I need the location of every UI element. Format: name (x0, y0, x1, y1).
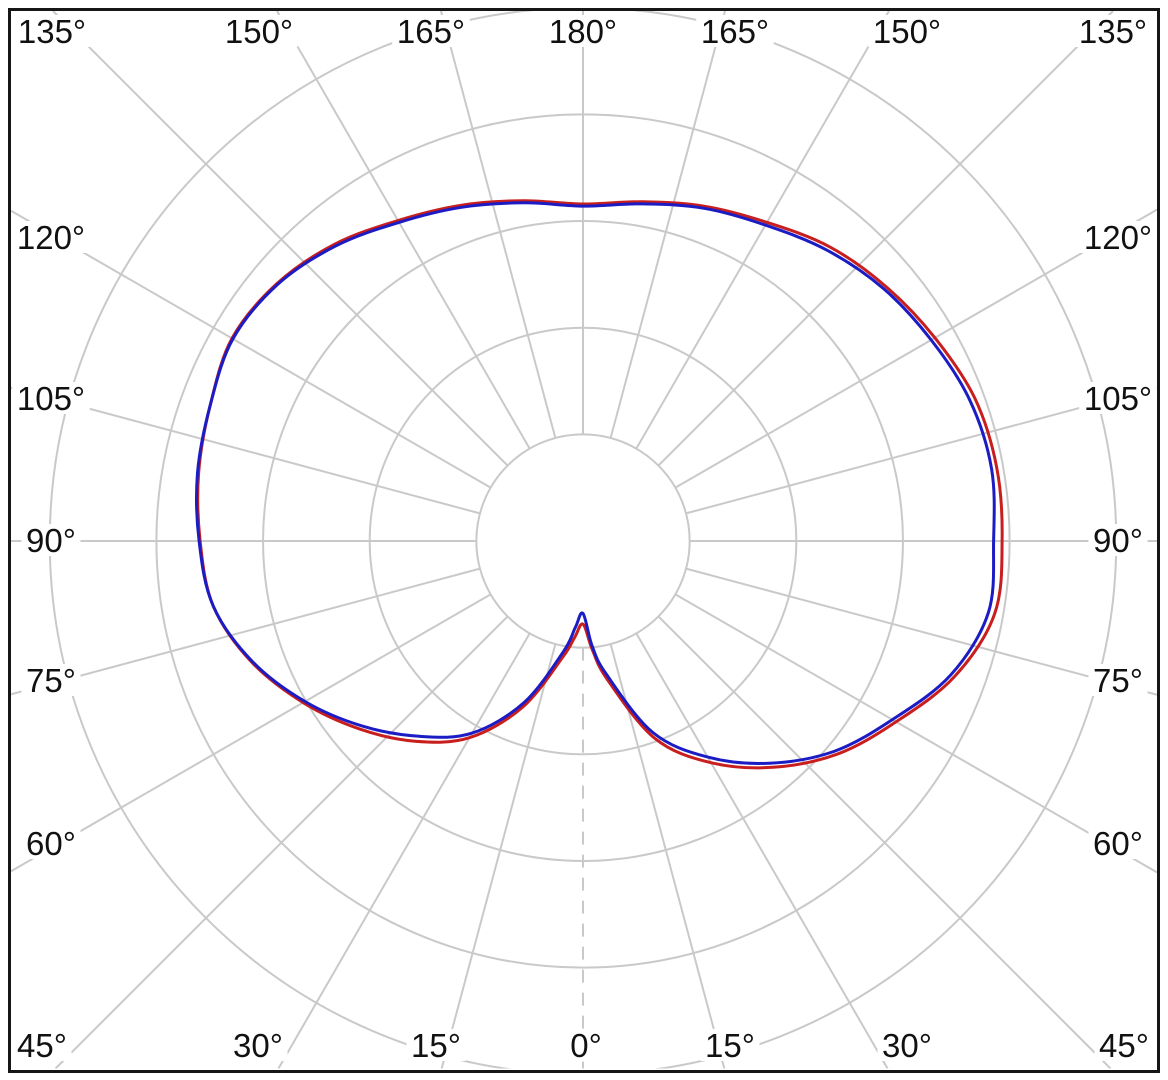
blue-curve (197, 203, 995, 764)
angle-label-text: 60° (1093, 825, 1143, 862)
angle-label-right-75: 75° (1089, 662, 1148, 699)
angle-labels: 135° 150° 165° 180° 165° 150° 135° 45° 30° 15° 0° 1… (12, 13, 1157, 1064)
grid-radial-line (658, 11, 1113, 466)
grid-radial-line (442, 644, 556, 1068)
grid-radial-line (278, 633, 529, 1068)
angle-label-right-105: 105° (1079, 380, 1157, 417)
grid-radial-line (53, 11, 508, 466)
angle-label-bottom-15: 15° (407, 1027, 466, 1064)
angle-label-text: 120° (17, 219, 85, 256)
angle-label-text: 30° (882, 1027, 932, 1064)
angle-label-top-150: 150° (220, 13, 298, 50)
angle-label-top-135: 135° (13, 13, 91, 50)
angle-label-bottom-30: 30° (229, 1027, 288, 1064)
grid-radial-line (636, 11, 889, 449)
polar-grid (11, 8, 1157, 1075)
angle-label-text: 165° (397, 13, 465, 50)
angle-label-right-120: 120° (1079, 219, 1157, 256)
angle-label-bottom-0: 0° (566, 1027, 607, 1064)
angle-label-text: 15° (705, 1027, 755, 1064)
angle-label-top-150: 150° (868, 13, 946, 50)
angle-label-right-90: 90° (1089, 522, 1148, 559)
angle-label-top-180: 180° (544, 13, 622, 50)
angle-label-left-90: 90° (22, 522, 81, 559)
angle-label-text: 60° (26, 825, 76, 862)
angle-label-text: 120° (1084, 219, 1152, 256)
angle-label-text: 135° (18, 13, 86, 50)
angle-label-bottom-30: 30° (878, 1027, 937, 1064)
angle-label-text: 45° (1099, 1027, 1149, 1064)
angle-label-text: 135° (1079, 13, 1147, 50)
grid-radial-line (636, 633, 887, 1068)
angle-label-text: 90° (1093, 522, 1143, 559)
polar-diagram-page: 135° 150° 165° 180° 165° 150° 135° 45° 30° 15° 0° 1… (0, 0, 1168, 1080)
angle-label-text: 45° (17, 1027, 67, 1064)
angle-label-text: 150° (873, 13, 941, 50)
angle-label-right-60: 60° (1089, 825, 1148, 862)
angle-label-left-75: 75° (22, 662, 81, 699)
angle-label-text: 30° (233, 1027, 283, 1064)
grid-radial-line (658, 616, 1110, 1068)
angle-label-left-60: 60° (22, 825, 81, 862)
angle-label-text: 75° (26, 662, 76, 699)
angle-label-top-165: 165° (696, 13, 774, 50)
angle-label-text: 90° (26, 522, 76, 559)
grid-radial-line (675, 594, 1157, 872)
angle-label-bottom-15: 15° (701, 1027, 760, 1064)
angle-label-top-165: 165° (392, 13, 470, 50)
angle-label-text: 180° (549, 13, 617, 50)
angle-label-top-135: 135° (1074, 13, 1152, 50)
grid-radial-line (56, 616, 508, 1068)
angle-label-text: 150° (225, 13, 293, 50)
angle-label-text: 105° (17, 380, 85, 417)
grid-radial-line (11, 594, 491, 871)
angle-label-bottom-45: 45° (1095, 1027, 1154, 1064)
angle-label-text: 105° (1084, 380, 1152, 417)
grid-radial-line (11, 569, 480, 695)
angle-label-text: 75° (1093, 662, 1143, 699)
grid-radial-line (686, 569, 1157, 695)
angle-label-text: 0° (570, 1027, 602, 1064)
angle-label-bottom-45: 45° (13, 1027, 72, 1064)
angle-label-left-105: 105° (12, 380, 90, 417)
polar-chart-svg: 135° 150° 165° 180° 165° 150° 135° 45° 30° 15° 0° 1… (0, 0, 1168, 1080)
angle-label-text: 165° (701, 13, 769, 50)
grid-radial-line (277, 11, 530, 449)
angle-label-text: 15° (411, 1027, 461, 1064)
angle-label-left-120: 120° (12, 219, 90, 256)
